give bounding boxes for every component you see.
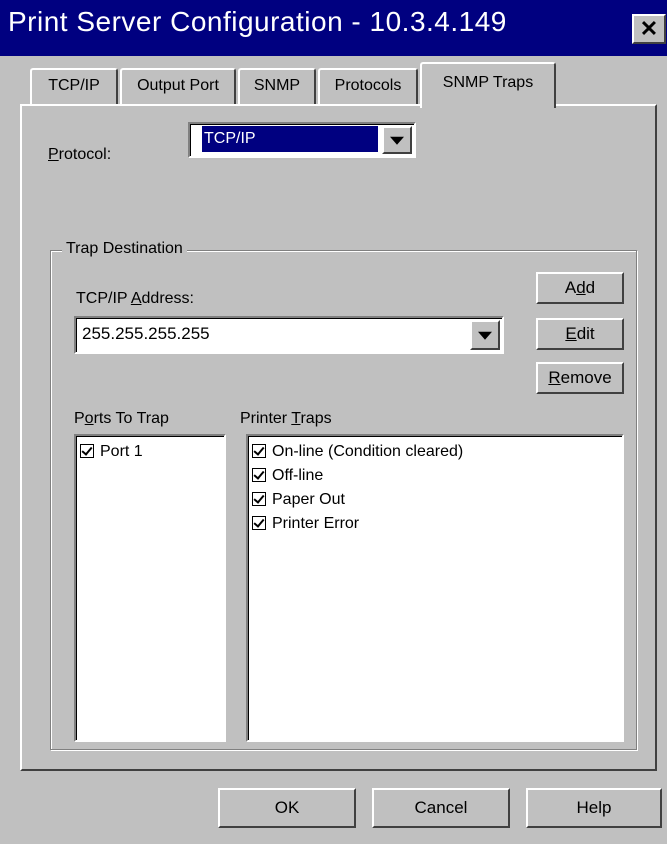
tab-snmp-traps[interactable]: SNMP Traps bbox=[420, 62, 556, 108]
chevron-down-icon bbox=[478, 331, 492, 340]
tab-snmp[interactable]: SNMP bbox=[238, 68, 316, 104]
tab-tcpip[interactable]: TCP/IP bbox=[30, 68, 118, 104]
title-bar[interactable]: Print Server Configuration - 10.3.4.149 … bbox=[0, 0, 667, 56]
port-1-checkbox[interactable]: Port 1 bbox=[76, 440, 224, 464]
close-button[interactable]: ✕ bbox=[632, 14, 666, 44]
ports-label: Ports To Trap bbox=[74, 410, 169, 427]
checkbox-checked-icon bbox=[252, 444, 266, 458]
checkbox-checked-icon bbox=[252, 468, 266, 482]
protocol-value: TCP/IP bbox=[201, 125, 379, 153]
tab-label: SNMP Traps bbox=[442, 74, 534, 91]
trap-destination-title: Trap Destination bbox=[62, 240, 187, 258]
trap-printer-error-checkbox[interactable]: Printer Error bbox=[248, 512, 622, 536]
cancel-button[interactable]: Cancel bbox=[372, 788, 510, 828]
tab-label: SNMP bbox=[253, 77, 301, 94]
tab-output-port[interactable]: Output Port bbox=[120, 68, 236, 104]
trap-label: On-line (Condition cleared) bbox=[272, 443, 464, 460]
help-button[interactable]: Help bbox=[526, 788, 662, 828]
close-icon: ✕ bbox=[639, 16, 659, 41]
checkbox-checked-icon bbox=[252, 516, 266, 530]
ports-list[interactable]: Port 1 bbox=[74, 434, 226, 742]
ok-button[interactable]: OK bbox=[218, 788, 356, 828]
address-input[interactable]: 255.255.255.255 bbox=[82, 324, 210, 344]
tab-label: Output Port bbox=[137, 77, 219, 94]
address-combobox[interactable]: 255.255.255.255 bbox=[74, 316, 504, 354]
printer-traps-list[interactable]: On-line (Condition cleared) Off-line Pap… bbox=[246, 434, 624, 742]
trap-label: Paper Out bbox=[272, 491, 345, 508]
checkbox-checked-icon bbox=[252, 492, 266, 506]
address-label: TCP/IP Address: bbox=[76, 290, 194, 307]
window-title: Print Server Configuration - 10.3.4.149 bbox=[8, 6, 507, 37]
trap-online-checkbox[interactable]: On-line (Condition cleared) bbox=[248, 440, 622, 464]
port-label: Port 1 bbox=[100, 443, 143, 460]
protocol-dropdown-button[interactable] bbox=[382, 126, 412, 154]
tab-label: Protocols bbox=[334, 77, 402, 94]
trap-paper-out-checkbox[interactable]: Paper Out bbox=[248, 488, 622, 512]
trap-label: Off-line bbox=[272, 467, 324, 484]
printer-traps-label: Printer Traps bbox=[240, 410, 332, 427]
address-dropdown-button[interactable] bbox=[470, 320, 500, 350]
tab-protocols[interactable]: Protocols bbox=[318, 68, 418, 104]
protocol-select[interactable]: TCP/IP bbox=[188, 122, 416, 158]
trap-label: Printer Error bbox=[272, 515, 360, 532]
chevron-down-icon bbox=[390, 136, 404, 145]
remove-button[interactable]: Remove bbox=[536, 362, 624, 394]
tab-label: TCP/IP bbox=[48, 77, 100, 94]
trap-offline-checkbox[interactable]: Off-line bbox=[248, 464, 622, 488]
edit-button[interactable]: Edit bbox=[536, 318, 624, 350]
add-button[interactable]: Add bbox=[536, 272, 624, 304]
checkbox-checked-icon bbox=[80, 444, 94, 458]
protocol-label: Protocol: bbox=[48, 146, 112, 163]
